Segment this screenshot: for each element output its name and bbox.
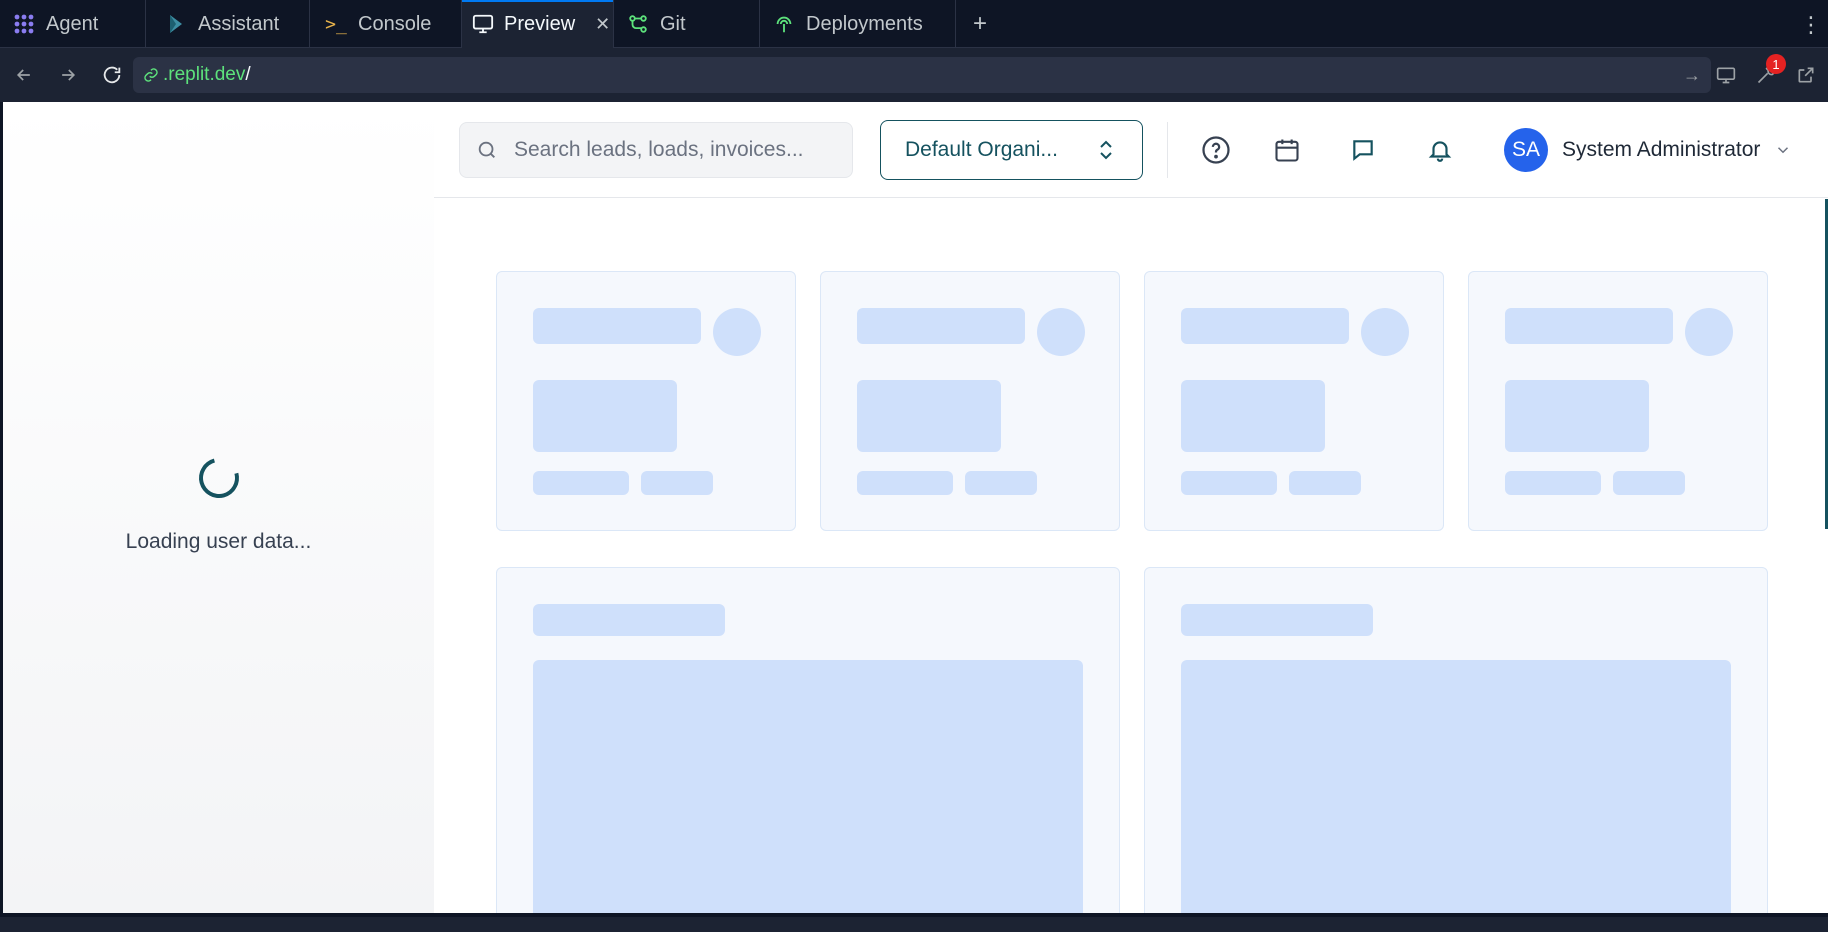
skeleton-meta <box>857 471 953 495</box>
stat-card-skeleton <box>496 271 796 531</box>
new-tab-button[interactable]: + <box>956 0 1004 47</box>
skeleton-title <box>1181 308 1349 344</box>
devtools-button[interactable]: 1 <box>1750 54 1786 91</box>
stat-card-skeleton <box>820 271 1120 531</box>
calendar-button[interactable] <box>1269 132 1305 168</box>
agent-icon <box>12 12 36 36</box>
tab-console[interactable]: >_ Console <box>310 0 462 48</box>
external-link-icon <box>1798 67 1814 83</box>
header-divider <box>1167 122 1168 178</box>
monitor-icon <box>472 12 494 36</box>
skeleton-value <box>1505 380 1649 452</box>
stat-card-skeleton <box>1144 271 1444 531</box>
notification-badge: 1 <box>1766 54 1786 74</box>
tab-console-label: Console <box>358 12 432 35</box>
open-new-window-button[interactable] <box>1790 59 1822 91</box>
bell-icon <box>1428 141 1452 162</box>
calendar-icon <box>1275 139 1299 162</box>
skeleton-icon <box>1685 308 1733 356</box>
tab-assistant[interactable]: Assistant <box>146 0 310 48</box>
device-preview-button[interactable] <box>1710 59 1742 91</box>
skeleton-panel-body <box>1181 660 1731 913</box>
tab-git[interactable]: Git <box>614 0 760 48</box>
deployments-icon <box>772 12 796 36</box>
loading-spinner <box>191 450 247 506</box>
stat-card-skeleton <box>1468 271 1768 531</box>
git-icon <box>626 12 650 36</box>
notifications-button[interactable] <box>1422 132 1458 168</box>
console-icon: >_ <box>325 13 347 35</box>
help-button[interactable] <box>1198 132 1234 168</box>
forward-button[interactable] <box>48 55 88 95</box>
assistant-icon <box>164 12 188 36</box>
skeleton-value <box>857 380 1001 452</box>
back-button[interactable] <box>4 55 44 95</box>
skeleton-icon <box>1037 308 1085 356</box>
user-name: System Administrator <box>1562 138 1761 161</box>
skeleton-title <box>1505 308 1673 344</box>
desktop-icon <box>1716 67 1736 84</box>
skeleton-meta <box>1181 471 1277 495</box>
app-header: Search leads, loads, invoices... Default… <box>434 102 1828 198</box>
skeleton-meta <box>1613 471 1685 495</box>
tab-git-label: Git <box>660 12 686 35</box>
skeleton-icon <box>713 308 761 356</box>
more-options-icon[interactable]: ⋮ <box>1800 12 1822 38</box>
loading-text: Loading user data... <box>125 530 312 553</box>
panel-skeleton <box>496 567 1120 913</box>
skeleton-panel-title <box>533 604 725 636</box>
tab-deployments[interactable]: Deployments <box>760 0 956 48</box>
skeleton-panel-body <box>533 660 1083 913</box>
url-field[interactable]: .replit.dev / → <box>133 57 1711 93</box>
arrow-left-icon <box>16 69 30 81</box>
skeleton-value <box>1181 380 1325 452</box>
search-input[interactable]: Search leads, loads, invoices... <box>459 122 853 178</box>
reload-icon <box>103 66 121 84</box>
skeleton-panel-title <box>1181 604 1373 636</box>
plus-icon: + <box>972 9 987 37</box>
skeleton-meta <box>533 471 629 495</box>
skeleton-meta <box>1289 471 1361 495</box>
reload-button[interactable] <box>92 55 132 95</box>
panel-skeleton <box>1144 567 1768 913</box>
close-tab-icon[interactable]: ✕ <box>595 14 610 35</box>
tab-deployments-label: Deployments <box>806 12 923 35</box>
skeleton-meta <box>641 471 713 495</box>
url-host: .replit.dev <box>163 64 246 85</box>
tab-preview-label: Preview <box>504 12 576 35</box>
arrow-right-icon <box>62 69 76 81</box>
skeleton-title <box>857 308 1025 344</box>
avatar: SA <box>1504 128 1548 172</box>
sidebar: Loading user data... <box>3 102 434 913</box>
link-icon <box>144 68 158 82</box>
chat-icon <box>1353 140 1373 161</box>
search-icon <box>478 141 495 158</box>
url-path: / <box>245 64 251 85</box>
skeleton-meta <box>965 471 1037 495</box>
dashboard-content <box>434 199 1828 913</box>
help-icon <box>1202 136 1230 164</box>
skeleton-icon <box>1361 308 1409 356</box>
bottom-status-bar <box>0 913 1828 932</box>
workspace-tab-bar: Agent Assistant >_ Console Preview ✕ Git… <box>0 0 1828 48</box>
messages-button[interactable] <box>1345 132 1381 168</box>
address-bar: .replit.dev / → 1 <box>0 48 1828 102</box>
search-placeholder: Search leads, loads, invoices... <box>514 138 804 161</box>
preview-page: Loading user data... Search leads, loads… <box>3 102 1828 913</box>
tab-agent[interactable]: Agent <box>0 0 146 48</box>
tab-preview[interactable]: Preview ✕ <box>462 0 614 48</box>
skeleton-title <box>533 308 701 344</box>
tab-assistant-label: Assistant <box>198 12 280 35</box>
go-arrow-icon[interactable]: → <box>1683 65 1701 86</box>
skeleton-meta <box>1505 471 1601 495</box>
user-menu[interactable]: SA System Administrator <box>1504 128 1792 172</box>
organization-selector[interactable]: Default Organi... <box>880 120 1143 180</box>
chevron-down-icon <box>1778 147 1789 154</box>
tab-agent-label: Agent <box>46 12 99 35</box>
chevron-up-down-icon <box>1100 140 1112 160</box>
skeleton-value <box>533 380 677 452</box>
organization-label: Default Organi... <box>905 138 1058 161</box>
